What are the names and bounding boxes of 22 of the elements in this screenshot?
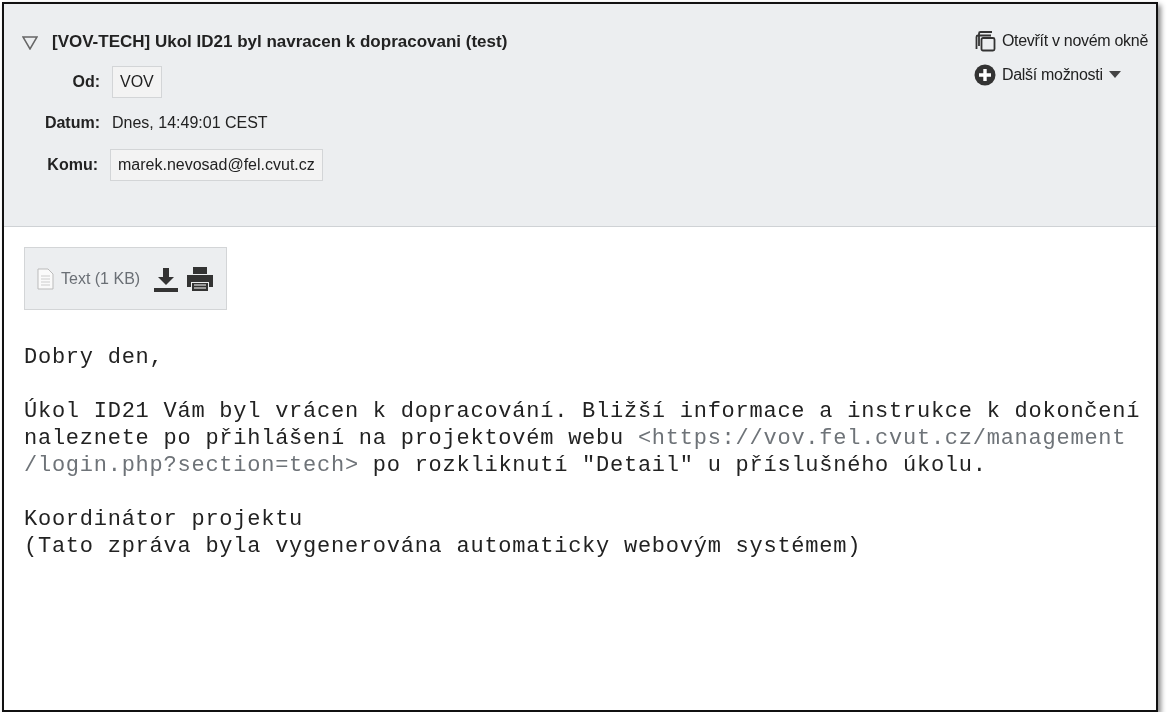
link[interactable]: <https://vov.fel.cvut.cz/management [637, 426, 1127, 451]
address-chip[interactable]: marek.nevosad@fel.cvut.cz [110, 148, 323, 181]
link[interactable]: /login.php?section=tech> [24, 453, 359, 478]
field-label: Od: [71, 72, 100, 91]
windows-icon [973, 30, 996, 52]
message-paragraph: Koordinátor projektu (Tato zpráva byla vygenerována automaticky webovým systémem) [24, 506, 863, 560]
email-subject: [VOV-TECH] Ukol ID21 byl navracen k dopracovani (test) [52, 32, 508, 52]
message-paragraph: Úkol ID21 Vám byl vrácen k dopracování. Bližší informace a instrukce k dokončení naleznete po přihlášení na projektovém webu <https://vov.fel.cvut.cz/management /login.php?section=tech> po rozkliknutí "Detail" u příslušného úkolu. [24, 398, 1142, 479]
plus-icon [973, 64, 996, 86]
attachment-name[interactable]: Text (1 KB) [61, 269, 141, 288]
field-value: Dnes, 14:49:01 CEST [112, 114, 268, 132]
open-in-new-window-link[interactable]: Otevřít v novém okně [1001, 32, 1148, 50]
field-label: Komu: [46, 155, 98, 174]
more-options-link[interactable]: Další možnosti [1001, 66, 1103, 84]
download-icon[interactable] [153, 265, 180, 292]
document-icon [37, 267, 54, 290]
message-paragraph: Dobry den, [24, 344, 165, 371]
caret-icon [1108, 71, 1121, 79]
address-chip[interactable]: VOV [112, 65, 162, 98]
collapse-triangle-icon[interactable] [22, 34, 38, 50]
printer-icon[interactable] [186, 265, 215, 292]
field-label: Datum: [43, 114, 100, 132]
